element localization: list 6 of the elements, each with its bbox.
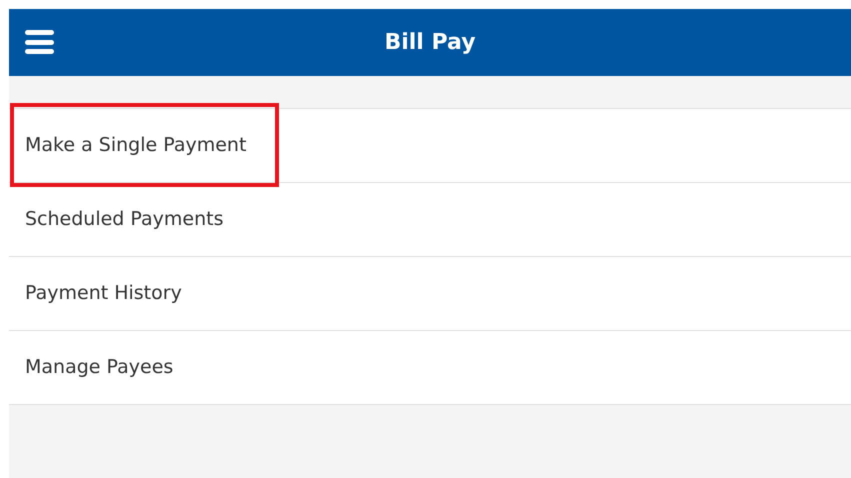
menu-item[interactable]: Manage Payees [25, 353, 174, 382]
menu-item[interactable]: Scheduled Payments [25, 205, 224, 234]
menu-item[interactable]: Payment History [25, 279, 182, 308]
menu-item[interactable]: Make a Single Payment [25, 131, 246, 160]
menu-icon[interactable] [25, 30, 54, 54]
page-title: Bill Pay [384, 29, 476, 57]
